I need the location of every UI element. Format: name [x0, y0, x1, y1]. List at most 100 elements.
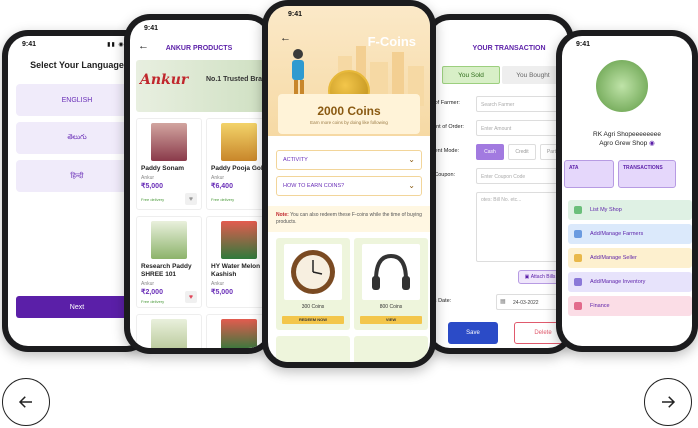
status-time: 9:41: [22, 41, 37, 48]
menu-finance[interactable]: Finance: [568, 296, 692, 316]
product-image: [221, 123, 257, 161]
product-card[interactable]: Paddy Sonam Ankur ₹5,000 Free delivery ♥: [136, 118, 202, 210]
calendar-icon: ▦: [500, 299, 506, 305]
wishlist-heart-icon[interactable]: ♥: [185, 291, 197, 303]
banner-tagline: No.1 Trusted Bran: [206, 76, 267, 83]
product-card[interactable]: HY Water Melon Kashish Ankur ₹5,000: [206, 216, 268, 308]
date-row: y's Date: 24-03-2022 ▦: [430, 294, 562, 310]
menu-label: Add/Manage Inventory: [590, 279, 646, 285]
product-image: [151, 123, 187, 161]
wall-clock-icon: [291, 250, 335, 294]
tab-transactions[interactable]: TRANSACTIONS: [618, 160, 676, 188]
reward-card[interactable]: 800 Coins VIEW: [354, 238, 428, 330]
status-time: 9:41: [144, 25, 159, 32]
reward-cost: 800 Coins: [379, 304, 403, 310]
status-time: 9:41: [288, 11, 303, 18]
shop-name-line2-wrap: Agro Grew Shop ◉: [562, 139, 692, 148]
reward-cost: 300 Coins: [301, 304, 325, 310]
language-option-english[interactable]: ENGLISH: [16, 84, 138, 116]
products-screen: 9:41 ← ANKUR PRODUCTS Ankur No.1 Trusted…: [130, 20, 268, 348]
menu-manage-seller[interactable]: Add/Manage Seller: [568, 248, 692, 268]
payment-cash-chip[interactable]: Cash: [476, 144, 504, 160]
product-brand: Ankur: [211, 175, 225, 181]
page-title: ANKUR PRODUCTS: [165, 44, 233, 52]
accordion-label: ACTIVITY: [283, 157, 308, 163]
earn-coins-accordion[interactable]: HOW TO EARN COINS? ⌄: [276, 176, 422, 196]
product-card[interactable]: [206, 314, 268, 348]
attach-label: Attach Bills: [530, 274, 556, 280]
product-image: [151, 221, 187, 259]
note-prefix: Note:: [276, 212, 289, 218]
menu-label: List My Shop: [590, 207, 622, 213]
product-image: [221, 319, 257, 348]
shop-name-line2: Agro Grew Shop: [599, 140, 648, 147]
redeem-now-button[interactable]: REDEEM NOW: [282, 316, 344, 324]
save-button[interactable]: Save: [448, 322, 498, 344]
fcoins-screen: 9:41 ← F-Coins 2000 Coins Earn more coin…: [268, 6, 430, 362]
headphones-icon: [372, 253, 410, 290]
shop-avatar: [594, 58, 650, 114]
product-price: ₹5,000: [141, 183, 163, 190]
reward-card[interactable]: [354, 336, 428, 362]
delivery-badge: Free delivery: [141, 197, 165, 202]
page-title: YOUR TRANSACTION: [472, 44, 546, 52]
reward-image: [284, 244, 342, 300]
shop-icon: [574, 206, 582, 214]
payment-credit-chip[interactable]: Credit: [508, 144, 536, 160]
product-name: HY Water Melon Kashish: [211, 263, 261, 278]
showcase: 9:41 ▮▮ ◉ ▭ Select Your Language ENGLISH…: [0, 0, 698, 428]
product-card[interactable]: Research Paddy SHREE 101 Ankur ₹2,000 Fr…: [136, 216, 202, 308]
reward-card[interactable]: [276, 336, 350, 362]
shop-name-line1: RK Agri Shopeeeeeeee: [593, 131, 661, 138]
language-option-hindi[interactable]: हिन्दी: [16, 160, 138, 192]
farmer-search-input[interactable]: Search Farmer: [476, 96, 562, 112]
product-brand: Ankur: [211, 281, 225, 287]
shop-name: RK Agri Shopeeeeeeee Agro Grew Shop ◉: [562, 130, 692, 148]
amount-input[interactable]: Enter Amount: [476, 120, 562, 136]
farmer-row: e of Farmer: Search Farmer: [430, 96, 562, 112]
coupon-input[interactable]: Enter Coupon Code: [476, 168, 562, 184]
product-image: [221, 221, 257, 259]
coupon-row: y Coupon: Enter Coupon Code: [430, 168, 562, 184]
menu-label: Finance: [590, 303, 610, 309]
product-card[interactable]: [136, 314, 202, 348]
notes-textarea[interactable]: otes: Bill No. etc...: [476, 192, 562, 262]
product-price: ₹2,000: [141, 289, 163, 296]
redeem-note: Note: You can also redeem these F-coins …: [268, 206, 430, 232]
coins-total: 2000 Coins: [317, 104, 381, 118]
farmer-icon: [574, 230, 582, 238]
arrow-left-icon: [18, 396, 32, 408]
inventory-icon: [574, 278, 582, 286]
menu-list-my-shop[interactable]: List My Shop: [568, 200, 692, 220]
amount-row: ount of Order: Enter Amount: [430, 120, 562, 136]
menu-label: Add/Manage Seller: [590, 255, 637, 261]
tab-you-bought[interactable]: You Bought: [502, 66, 564, 84]
product-card[interactable]: Paddy Pooja Gold Ankur ₹6,400 Free deliv…: [206, 118, 268, 210]
phone-transaction: YOUR TRANSACTION You Sold You Bought e o…: [424, 14, 574, 354]
promo-banner[interactable]: Ankur No.1 Trusted Bran: [136, 60, 268, 112]
payment-mode-row: ment Mode: Cash Credit Partial: [430, 144, 568, 160]
delivery-badge: Free delivery: [211, 197, 235, 202]
view-button[interactable]: VIEW: [360, 316, 422, 324]
product-price: ₹5,000: [211, 289, 233, 296]
language-option-telugu[interactable]: తెలుగు: [16, 122, 138, 154]
next-slide-button[interactable]: [644, 378, 692, 426]
tab-you-sold[interactable]: You Sold: [442, 66, 500, 84]
activity-accordion[interactable]: ACTIVITY ⌄: [276, 150, 422, 170]
product-name: Paddy Sonam: [141, 165, 184, 172]
next-button[interactable]: Next: [16, 296, 138, 318]
accordion-label: HOW TO EARN COINS?: [283, 183, 345, 189]
menu-label: Add/Manage Farmers: [590, 231, 644, 237]
chevron-down-icon: ⌄: [408, 181, 415, 190]
back-arrow-icon[interactable]: ←: [280, 32, 291, 44]
menu-manage-farmers[interactable]: Add/Manage Farmers: [568, 224, 692, 244]
product-price: ₹6,400: [211, 183, 233, 190]
wishlist-heart-icon[interactable]: ♥: [185, 193, 197, 205]
reward-card[interactable]: 300 Coins REDEEM NOW: [276, 238, 350, 330]
tab-data[interactable]: ATA: [564, 160, 614, 188]
menu-manage-inventory[interactable]: Add/Manage Inventory: [568, 272, 692, 292]
note-text: You can also redeem these F-coins while …: [276, 212, 422, 225]
delivery-badge: Free delivery: [141, 299, 165, 304]
page-title: F-Coins: [367, 34, 416, 49]
previous-slide-button[interactable]: [2, 378, 50, 426]
